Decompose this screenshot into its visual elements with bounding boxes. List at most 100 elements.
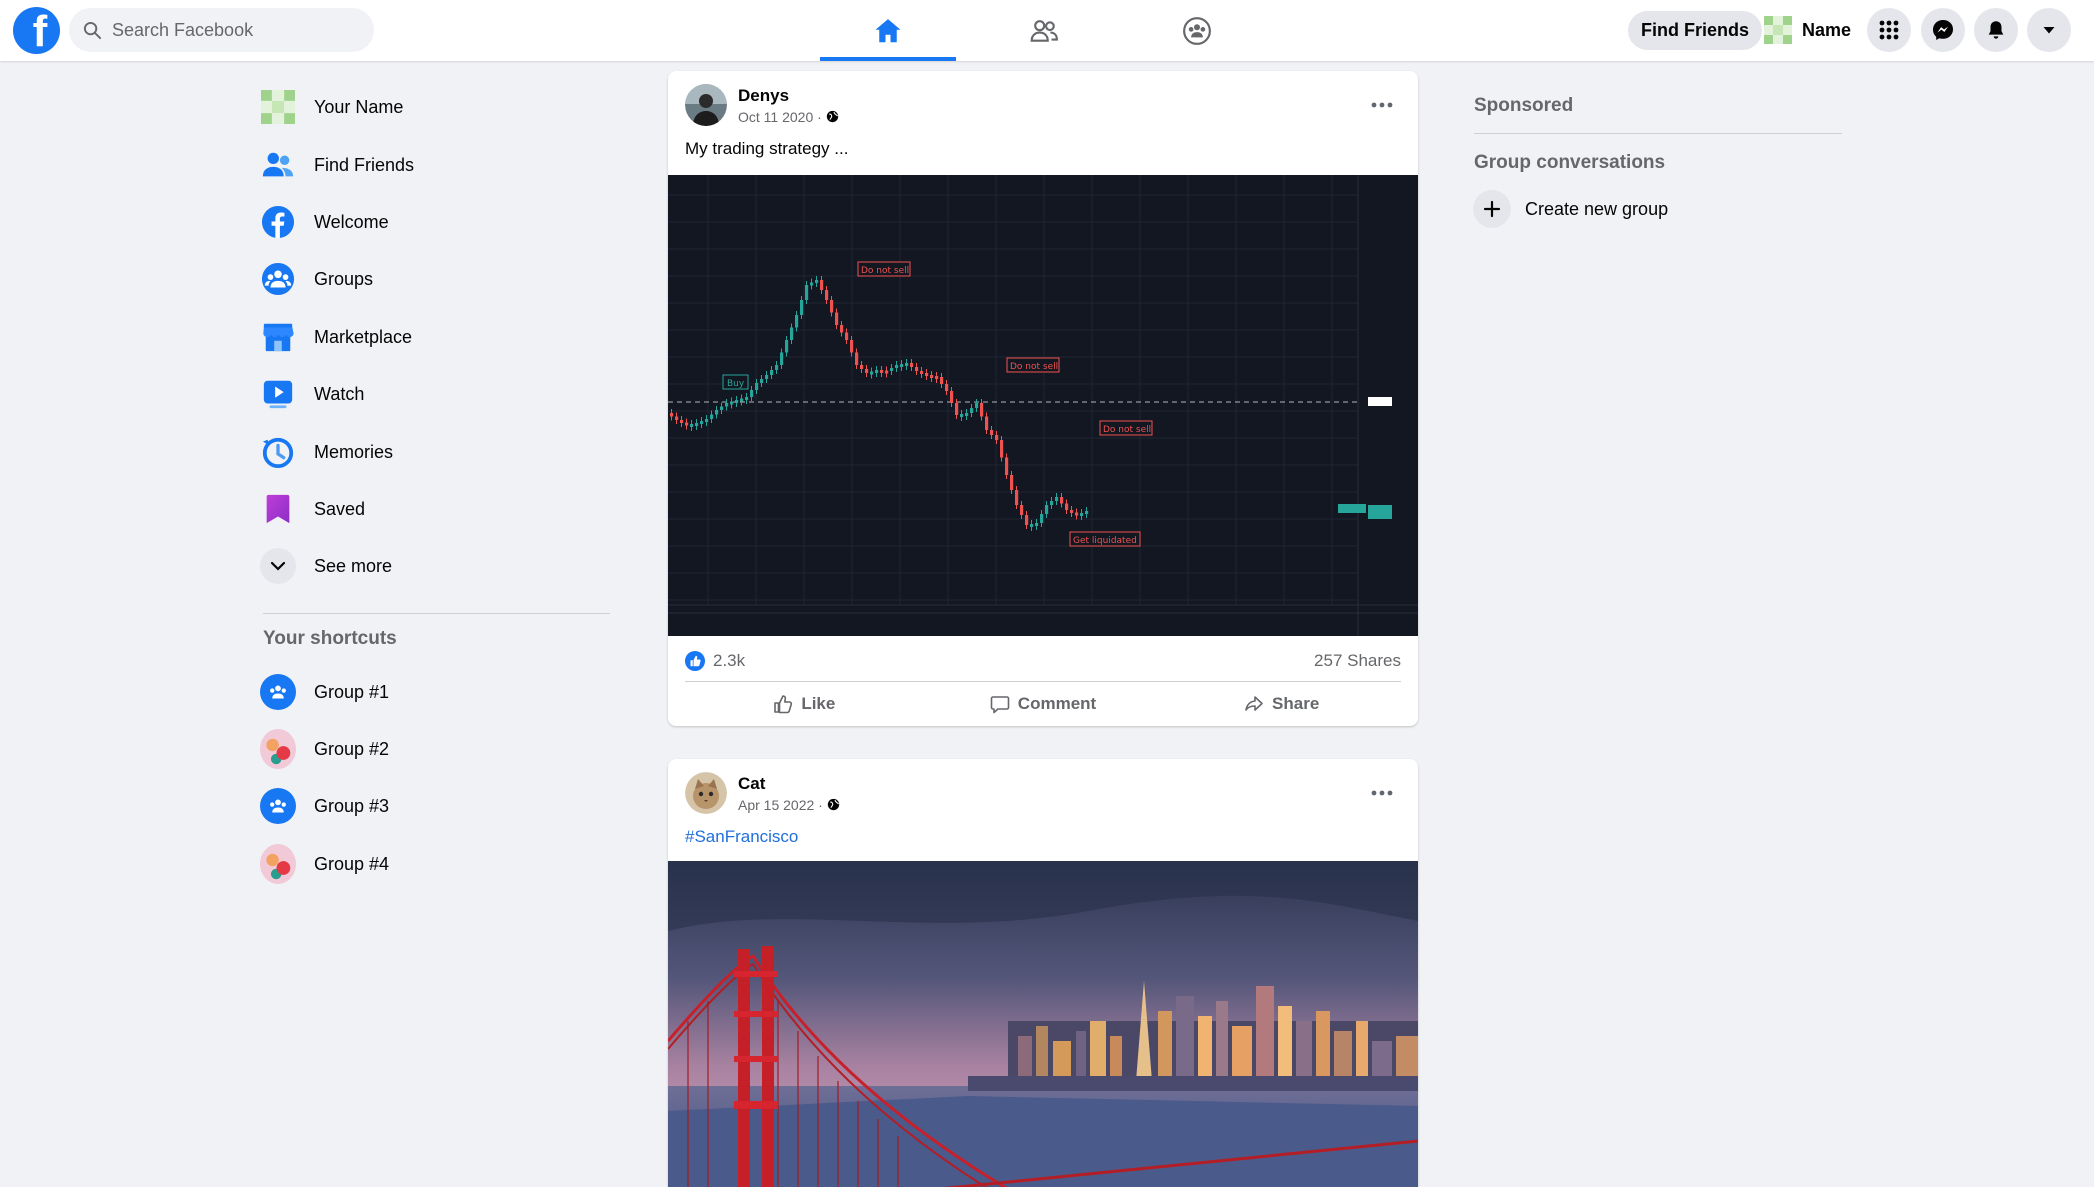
share-button[interactable]: Share <box>1162 685 1401 723</box>
chart-candle <box>720 406 724 410</box>
tab-home[interactable] <box>820 0 956 61</box>
search-input[interactable] <box>112 19 352 41</box>
sidebar-item-label: Find Friends <box>314 154 415 175</box>
account-button[interactable] <box>2027 8 2071 52</box>
groups-icon <box>1183 16 1211 45</box>
actions-divider <box>685 681 1401 682</box>
facebook-logo[interactable]: f <box>13 7 60 54</box>
share-icon <box>1245 696 1263 711</box>
chart-candle <box>920 371 924 374</box>
post-text: My trading strategy ... <box>685 139 849 158</box>
home-icon <box>875 18 901 42</box>
chart-candle <box>875 370 879 373</box>
reaction-count[interactable]: 2.3k <box>685 651 745 671</box>
chart-candle <box>690 424 694 427</box>
chart-candle <box>790 327 794 340</box>
sidebar-item-find-friends[interactable]: Find Friends <box>260 140 414 190</box>
post-author[interactable]: Denys <box>738 86 839 106</box>
sidebar-item-label: See more <box>314 555 393 576</box>
chart-candle <box>860 365 864 369</box>
chart-candle <box>890 368 894 371</box>
chart-candle <box>755 383 759 390</box>
share-count[interactable]: 257 Shares <box>1314 651 1401 671</box>
chart-candle <box>1050 501 1054 505</box>
shortcut-group-1[interactable]: Group #1 <box>260 667 389 717</box>
post-options-button[interactable] <box>1364 779 1400 807</box>
sidebar-item-your-name[interactable]: Your Name <box>260 82 403 132</box>
shortcut-group-4[interactable]: Group #4 <box>260 839 389 889</box>
svg-text:Do not sell: Do not sell <box>1103 425 1151 435</box>
post-hashtag-link[interactable]: #SanFrancisco <box>685 827 798 847</box>
tab-groups[interactable] <box>1129 0 1265 61</box>
search-box[interactable] <box>69 8 374 52</box>
chevron-down-icon <box>260 548 296 584</box>
profile-shortcut[interactable]: Name <box>1764 13 1851 47</box>
svg-text:Buy: Buy <box>727 379 745 389</box>
chart-candle <box>680 420 684 423</box>
chart-candle <box>965 413 969 416</box>
chart-candle <box>885 370 889 374</box>
chart-candle <box>815 280 819 283</box>
chart-candle <box>780 352 784 365</box>
shortcut-group-3[interactable]: Group #3 <box>260 781 389 831</box>
sidebar-item-watch[interactable]: Watch <box>260 369 364 419</box>
sidebar-item-label: Memories <box>314 441 394 462</box>
shortcut-group-2[interactable]: Group #2 <box>260 724 389 774</box>
tab-friends[interactable] <box>976 0 1112 61</box>
chart-candle <box>685 422 689 426</box>
author-avatar[interactable] <box>685 84 727 126</box>
chart-candle <box>1040 514 1044 523</box>
svg-text:Do not sell: Do not sell <box>1010 362 1058 372</box>
share-label: Share <box>1272 694 1320 713</box>
like-button[interactable]: Like <box>685 685 924 723</box>
feed-post: Denys Oct 11 2020 · My trading strategy … <box>668 71 1418 726</box>
post-image[interactable] <box>668 861 1418 1187</box>
post-date[interactable]: Apr 15 2022 <box>738 797 814 813</box>
sidebar-item-groups[interactable]: Groups <box>260 254 373 304</box>
find-friends-button[interactable]: Find Friends <box>1628 11 1762 50</box>
chart-candle <box>740 398 744 402</box>
messenger-button[interactable] <box>1921 8 1965 52</box>
menu-button[interactable] <box>1867 8 1911 52</box>
sponsored-heading: Sponsored <box>1474 95 1574 116</box>
chart-candle <box>1030 524 1034 527</box>
chart-candle <box>855 352 859 365</box>
chart-candle <box>845 332 849 340</box>
svg-text:Get liquidated: Get liquidated <box>1073 536 1137 546</box>
sidebar-item-label: Marketplace <box>314 326 413 347</box>
post-options-button[interactable] <box>1364 91 1400 119</box>
chart-candle <box>775 365 779 370</box>
sidebar-item-saved[interactable]: Saved <box>260 484 365 534</box>
comment-label: Comment <box>1017 694 1097 713</box>
chart-candle <box>795 315 799 328</box>
notifications-button[interactable] <box>1974 8 2018 52</box>
post-author[interactable]: Cat <box>738 774 840 794</box>
account-caret-icon <box>2043 27 2055 34</box>
comment-button[interactable]: Comment <box>924 685 1163 723</box>
sidebar-item-memories[interactable]: Memories <box>260 427 393 477</box>
marketplace-icon <box>260 319 296 355</box>
create-new-group-button[interactable]: Create new group <box>1473 190 1668 228</box>
chart-candle <box>980 403 984 417</box>
chart-candle <box>675 416 679 420</box>
sidebar-see-more[interactable]: See more <box>260 541 392 591</box>
chart-candle <box>865 369 869 373</box>
shortcut-label: Group #3 <box>314 795 390 816</box>
chart-candle <box>745 397 749 400</box>
create-group-label: Create new group <box>1525 198 1669 219</box>
chart-candle <box>840 325 844 333</box>
author-avatar[interactable] <box>685 772 727 814</box>
sidebar-item-welcome[interactable]: Welcome <box>260 197 389 247</box>
chart-candle <box>1085 511 1089 514</box>
chart-candle <box>1005 457 1009 475</box>
sidebar-item-marketplace[interactable]: Marketplace <box>260 312 412 362</box>
profile-avatar-icon <box>260 89 296 125</box>
post-image[interactable]: Buy Do not sell Do not sell Do not sell … <box>668 175 1418 636</box>
chart-candle <box>1035 523 1039 526</box>
chart-candle <box>805 285 809 300</box>
right-sidebar-divider <box>1474 133 1842 134</box>
sidebar-divider <box>263 613 610 614</box>
chart-candle <box>760 379 764 383</box>
post-date[interactable]: Oct 11 2020 <box>738 109 813 125</box>
menu-grid-icon <box>1879 20 1899 40</box>
